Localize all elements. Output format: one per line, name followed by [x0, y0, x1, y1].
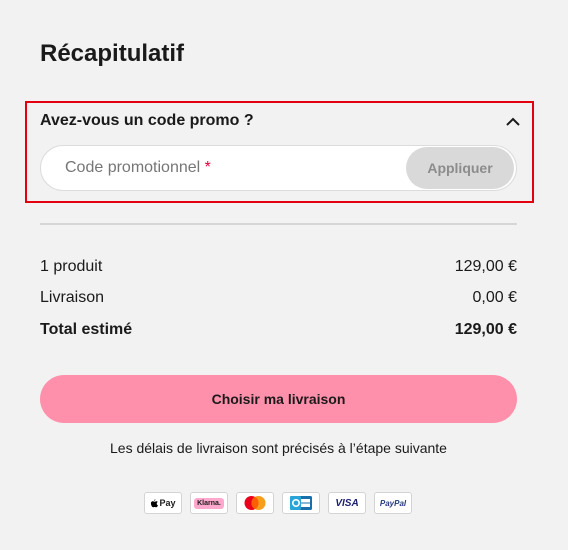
choose-delivery-button[interactable]: Choisir ma livraison [40, 375, 517, 423]
carte-bancaire-icon [282, 492, 320, 514]
divider [40, 223, 517, 225]
klarna-text: Klarna. [197, 499, 221, 507]
promo-code-title: Avez-vous un code promo ? [40, 112, 254, 129]
products-value: 129,00 € [454, 258, 517, 275]
promo-code-toggle[interactable]: Avez-vous un code promo ? [40, 108, 521, 134]
page-title: Récapitulatif [40, 40, 185, 67]
payment-methods: Pay Klarna. VISA PayPal [144, 492, 412, 514]
chevron-up-icon[interactable] [505, 113, 521, 129]
promo-code-input[interactable] [63, 146, 393, 190]
summary-row-products: 1 produit 129,00 € [40, 258, 517, 276]
delivery-value: 0,00 € [472, 289, 517, 306]
summary-row-delivery: Livraison 0,00 € [40, 289, 517, 307]
apple-pay-text: Pay [159, 498, 176, 508]
paypal-text: PayPal [379, 498, 407, 508]
promo-code-field: Code promotionnel * Appliquer [40, 145, 517, 191]
klarna-icon: Klarna. [190, 492, 228, 514]
mastercard-icon [236, 492, 274, 514]
total-label: Total estimé [40, 321, 133, 338]
delivery-label: Livraison [40, 289, 105, 306]
delivery-note: Les délais de livraison sont précisés à … [110, 440, 447, 456]
apply-promo-button[interactable]: Appliquer [406, 147, 514, 189]
visa-icon: VISA [328, 492, 366, 514]
visa-text: VISA [335, 497, 359, 509]
total-value: 129,00 € [454, 321, 517, 338]
klarna-badge: Klarna. [194, 497, 224, 509]
summary-row-total: Total estimé 129,00 € [40, 321, 517, 339]
paypal-icon: PayPal [374, 492, 412, 514]
products-label: 1 produit [40, 258, 103, 275]
promo-code-section: Avez-vous un code promo ? Code promotion… [25, 101, 534, 203]
apple-pay-icon: Pay [144, 492, 182, 514]
